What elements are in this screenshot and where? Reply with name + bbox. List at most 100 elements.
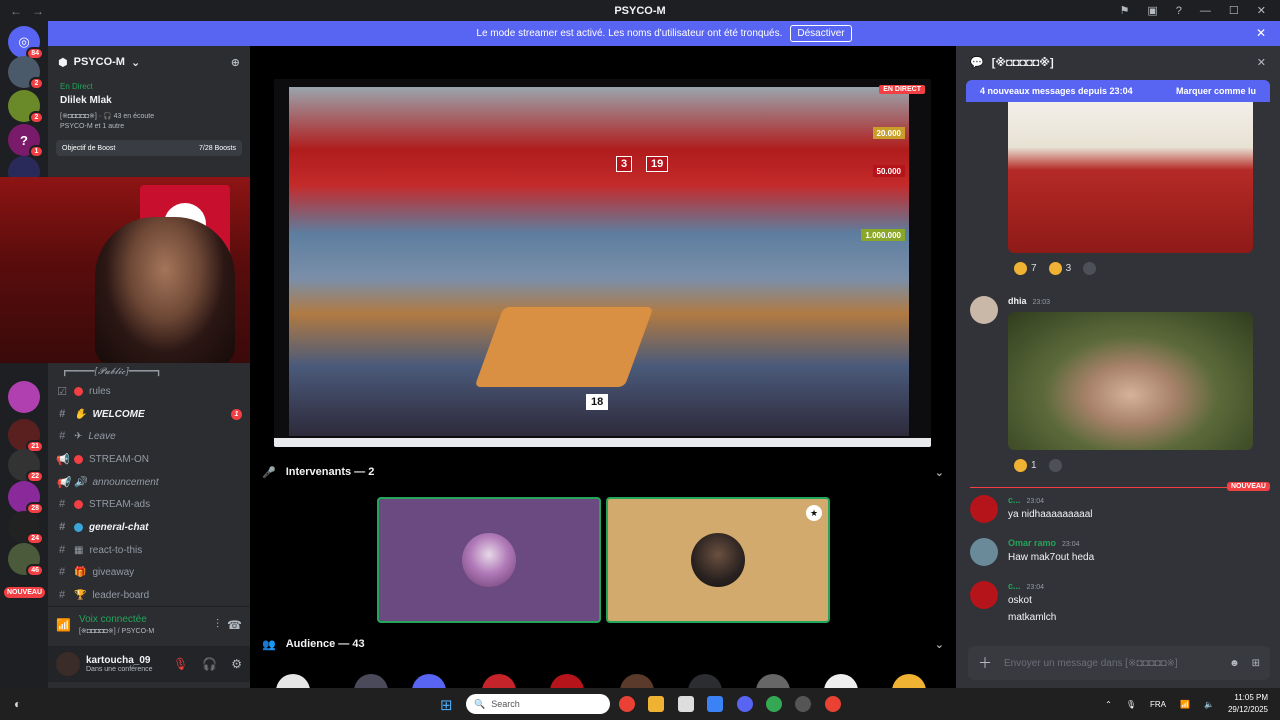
channel-category[interactable]: ┏━━━━━[𝓟𝓾𝓫𝓵𝓲𝓬]━━━━━┓ <box>62 367 161 377</box>
chevron-up-icon[interactable]: ⌃ <box>1105 700 1112 709</box>
chat-header: 💬 [※◘◘◘◘◘※] ✕ <box>956 46 1280 78</box>
red-dot-icon <box>74 499 83 509</box>
mail-icon[interactable] <box>707 696 723 712</box>
clock[interactable]: 11:05 PM 29/12/2025 <box>1228 692 1268 716</box>
taskbar-search[interactable]: 🔍 Search <box>466 694 610 714</box>
windows-start-icon[interactable]: ⊞ <box>440 696 453 714</box>
voice-connected-title[interactable]: Voix connectée <box>79 614 154 625</box>
chevron-down-icon[interactable]: ⌄ <box>935 638 944 651</box>
close-window-button[interactable]: ✕ <box>1257 4 1266 17</box>
channel-leave[interactable]: # ✈ Leave <box>56 426 248 446</box>
mark-read-button[interactable]: Marquer comme lu <box>1176 86 1256 96</box>
volume-icon[interactable]: 🔈 <box>1204 700 1214 709</box>
laugh-emoji-icon <box>1014 262 1027 275</box>
new-servers-pill[interactable]: NOUVEAU <box>4 587 46 598</box>
stream-video[interactable]: EN DIRECT 20.000 50.000 1.000.000 3 19 1… <box>274 79 931 447</box>
gift-icon: 🎁 <box>74 566 87 578</box>
meme-image[interactable] <box>1008 102 1253 253</box>
avatar[interactable] <box>970 538 998 566</box>
headphones-icon[interactable]: 🎧 <box>202 657 217 671</box>
channel-stream-on[interactable]: 📢 STREAM-ON <box>56 449 248 469</box>
settings-gear-icon[interactable]: ⚙ <box>231 657 242 671</box>
new-messages-bar[interactable]: 4 nouveaux messages depuis 23:04 Marquer… <box>966 80 1270 102</box>
app-icon[interactable] <box>795 696 811 712</box>
channel-stream-ads[interactable]: # STREAM-ads <box>56 494 248 514</box>
prize-1000000: 1.000.000 <box>861 229 905 241</box>
server-icon[interactable]: 46 <box>8 543 44 577</box>
reaction[interactable]: 3 <box>1048 262 1071 275</box>
server-icon[interactable]: ? 1 <box>8 124 44 158</box>
channel-announcement[interactable]: 📢 🔊 announcement <box>56 472 248 492</box>
mute-mic-icon[interactable]: 🎙 <box>173 657 188 671</box>
mustache-photo[interactable] <box>1008 312 1253 450</box>
chrome-profile-icon[interactable] <box>766 696 782 712</box>
add-reaction-icon[interactable] <box>1083 262 1097 275</box>
forward-arrow-icon[interactable]: → <box>32 4 44 18</box>
message-input[interactable]: Envoyer un message dans [※◘◘◘◘◘※] <box>1004 658 1178 669</box>
file-explorer-icon[interactable] <box>648 696 664 712</box>
channel-react-to-this[interactable]: # ▦ react-to-this <box>56 540 248 560</box>
speaker-tile[interactable]: ★ <box>606 497 830 623</box>
disconnect-icon[interactable]: ☎ <box>227 618 242 632</box>
channel-general-chat[interactable]: # general-chat <box>56 517 248 537</box>
hash-icon: # <box>58 589 66 601</box>
live-card[interactable]: En Direct Dlilek Mlak [※◘◘◘◘◘※] · 🎧 43 e… <box>54 78 244 134</box>
message-composer[interactable]: ＋ Envoyer un message dans [※◘◘◘◘◘※] ☻ ⊞ <box>968 646 1270 680</box>
audience-header[interactable]: 👥 Audience — 43 ⌄ <box>262 635 944 653</box>
language-indicator[interactable]: FRA <box>1150 700 1166 709</box>
server-icon[interactable]: 2 <box>8 56 44 90</box>
avatar[interactable] <box>56 652 80 676</box>
noise-suppression-icon[interactable]: ⫶ <box>216 617 219 632</box>
server-icon[interactable]: 21 <box>8 419 44 453</box>
channel-rules[interactable]: ☑ rules <box>56 381 248 401</box>
close-chat-icon[interactable]: ✕ <box>1257 56 1266 69</box>
reaction[interactable]: 7 <box>1014 262 1037 275</box>
weather-icon[interactable]: ◐ <box>14 697 21 711</box>
channel-leader-board[interactable]: # 🏆 leader-board <box>56 585 248 605</box>
maximize-button[interactable]: ☐ <box>1229 4 1239 17</box>
chevron-down-icon[interactable]: ⌄ <box>935 466 944 479</box>
disable-streamer-button[interactable]: Désactiver <box>790 25 852 42</box>
screen-icon[interactable]: ▣ <box>1147 4 1157 17</box>
server-icon[interactable]: 2 <box>8 90 44 124</box>
author-name[interactable]: c... 23:04 <box>1008 581 1044 591</box>
dm-home-icon[interactable]: ◎ 84 <box>8 26 44 60</box>
microphone-icon[interactable]: 🎙 <box>1126 700 1136 709</box>
server-icon[interactable]: 28 <box>8 481 44 515</box>
avatar[interactable] <box>970 296 998 324</box>
help-icon[interactable]: ? <box>1176 5 1182 17</box>
minimize-button[interactable]: — <box>1200 5 1211 17</box>
server-icon[interactable]: 22 <box>8 449 44 483</box>
wifi-icon[interactable]: 📶 <box>1180 700 1190 709</box>
chrome-icon[interactable] <box>825 696 841 712</box>
inbox-icon[interactable]: ⚑ <box>1120 4 1130 17</box>
megaphone-icon: 📢 <box>56 453 70 466</box>
close-banner-icon[interactable]: ✕ <box>1256 26 1266 40</box>
channel-giveaway[interactable]: # 🎁 giveaway <box>56 562 248 582</box>
server-header[interactable]: ⬢ PSYCO-M ⌄ ⊕ <box>48 46 250 78</box>
avatar[interactable] <box>970 495 998 523</box>
add-attachment-icon[interactable]: ＋ <box>978 653 992 673</box>
speaker-tile[interactable] <box>377 497 601 623</box>
store-icon[interactable] <box>678 696 694 712</box>
author-name[interactable]: dhia 23:03 <box>1008 296 1050 306</box>
chrome-icon[interactable] <box>619 696 635 712</box>
new-divider-label: NOUVEAU <box>1226 482 1270 491</box>
server-icon[interactable] <box>8 381 40 413</box>
reaction[interactable]: 1 <box>1014 459 1037 472</box>
discord-icon[interactable] <box>737 696 753 712</box>
avatar[interactable] <box>970 581 998 609</box>
channel-welcome[interactable]: # ✋ WELCOME 1 <box>56 404 248 424</box>
back-arrow-icon[interactable]: ← <box>10 4 22 18</box>
add-member-icon[interactable]: ⊕ <box>231 56 240 69</box>
server-icon[interactable]: 24 <box>8 511 44 545</box>
tv-studio-image <box>289 87 909 436</box>
author-name[interactable]: Omar ramo 23:04 <box>1008 538 1080 548</box>
add-reaction-icon[interactable] <box>1048 459 1062 472</box>
channel-label: STREAM-ON <box>89 453 149 465</box>
gif-icon[interactable]: ☻ <box>1229 658 1240 669</box>
author-name[interactable]: c... 23:04 <box>1008 495 1044 505</box>
speakers-header[interactable]: 🎤 Intervenants — 2 ⌄ <box>262 463 944 481</box>
apps-icon[interactable]: ⊞ <box>1252 658 1260 669</box>
boost-goal[interactable]: Objectif de Boost 7/28 Boosts <box>56 140 242 156</box>
